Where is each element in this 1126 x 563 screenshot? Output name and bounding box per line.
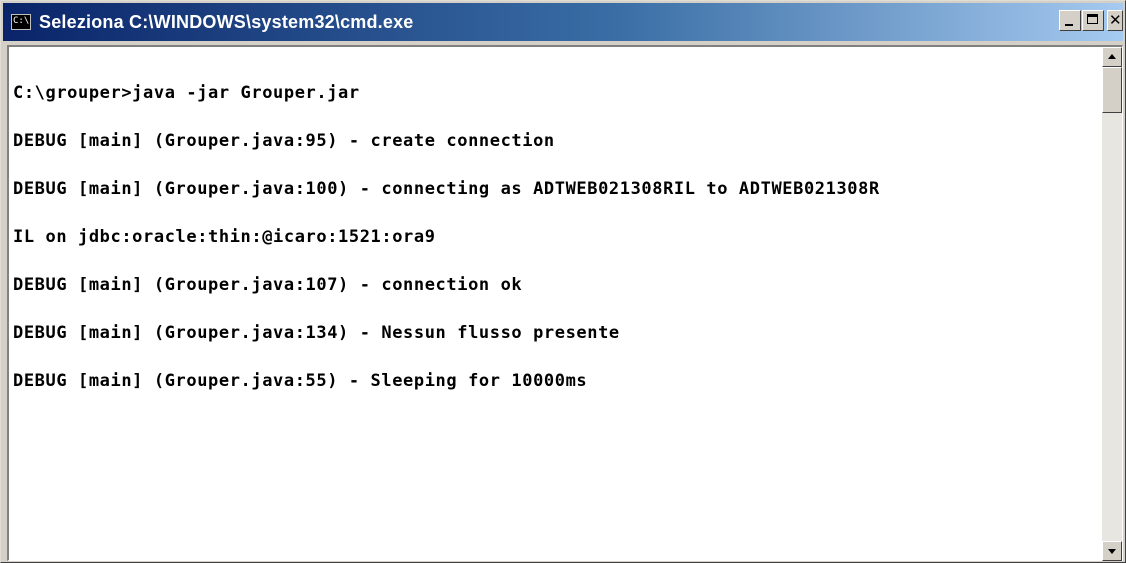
window-title: Seleziona C:\WINDOWS\system32\cmd.exe (39, 11, 414, 32)
scroll-up-arrow-icon (1108, 54, 1116, 59)
scroll-down-arrow-icon (1108, 549, 1116, 554)
scroll-up-button[interactable] (1102, 47, 1122, 67)
console-line: DEBUG [main] (Grouper.java:107) - connec… (13, 275, 523, 295)
close-button[interactable]: ✕ (1107, 10, 1123, 31)
console-line: DEBUG [main] (Grouper.java:95) - create … (13, 131, 555, 151)
cmd-window: C:\ Seleziona C:\WINDOWS\system32\cmd.ex… (0, 0, 1126, 563)
console-line: IL on jdbc:oracle:thin:@icaro:1521:ora9 (13, 227, 436, 247)
cmd-console-icon[interactable]: C:\ (11, 14, 31, 30)
maximize-button[interactable] (1082, 10, 1104, 31)
console-line: DEBUG [main] (Grouper.java:134) - Nessun… (13, 323, 620, 343)
vertical-scrollbar[interactable] (1102, 47, 1122, 561)
maximize-icon (1087, 14, 1098, 24)
console-area[interactable]: C:\grouper>java -jar Grouper.jar DEBUG [… (7, 45, 1123, 561)
minimize-button[interactable] (1059, 10, 1081, 31)
scroll-down-button[interactable] (1102, 541, 1122, 561)
minimize-icon (1065, 24, 1073, 26)
close-icon: ✕ (1109, 11, 1122, 29)
console-line: C:\grouper>java -jar Grouper.jar (13, 83, 360, 103)
title-bar[interactable]: C:\ Seleziona C:\WINDOWS\system32\cmd.ex… (3, 3, 1123, 41)
scroll-thumb[interactable] (1102, 67, 1122, 113)
console-output[interactable]: C:\grouper>java -jar Grouper.jar DEBUG [… (13, 53, 1097, 558)
window-controls: ✕ (1058, 10, 1123, 31)
console-line: DEBUG [main] (Grouper.java:100) - connec… (13, 179, 880, 199)
console-line: DEBUG [main] (Grouper.java:55) - Sleepin… (13, 371, 588, 391)
